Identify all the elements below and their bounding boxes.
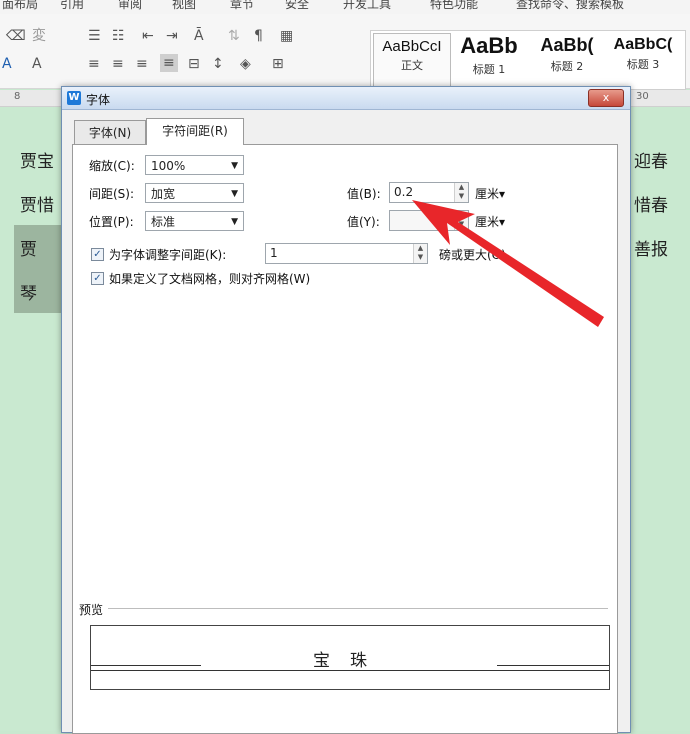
style-name: 标题 2	[550, 60, 584, 73]
borders-icon[interactable]: ⊞	[272, 56, 284, 72]
align-right-icon[interactable]: ≡	[136, 56, 148, 72]
position-value: 标准	[151, 215, 176, 229]
chevron-down-icon: ▾	[499, 187, 506, 201]
position-amount-input[interactable]: ▲ ▼	[389, 210, 469, 231]
ruler-mark-right: 30	[636, 91, 649, 102]
style-sample: AaBbCcI	[382, 38, 442, 55]
scale-label: 缩放(C):	[89, 159, 135, 173]
position-label: 位置(P):	[89, 215, 134, 229]
kerning-value: 1	[270, 246, 278, 260]
grid-label: 如果定义了文档网格，则对齐网格(W)	[109, 272, 311, 286]
dialog-titlebar[interactable]: W 字体 x	[62, 87, 630, 110]
grid-checkbox[interactable]: ✓	[91, 272, 104, 285]
style-name: 正文	[401, 59, 423, 72]
preview-box: 宝珠	[90, 625, 610, 690]
spin-arrows-icon[interactable]: ▲ ▼	[413, 244, 427, 263]
char-border-icon[interactable]: A	[32, 56, 42, 72]
style-sample: AaBbC(	[613, 36, 673, 53]
spacing-amount-value: 0.2	[394, 185, 414, 199]
spacing-select[interactable]: 加宽 ▼	[145, 183, 244, 203]
spacing-amount-input[interactable]: 0.2 ▲ ▼	[389, 182, 469, 203]
menu-page-layout[interactable]: 面布局	[2, 0, 38, 12]
spacing-amount-label: 值(B):	[347, 187, 381, 201]
position-select[interactable]: 标准 ▼	[145, 211, 244, 231]
text-direction-icon[interactable]: Ā	[194, 28, 204, 44]
style-gallery: AaBbCcI 正文 AaBb 标题 1 AaBb( 标题 2 AaBbC( 标…	[370, 30, 686, 90]
chevron-down-icon: ▾	[499, 215, 506, 229]
kerning-label: 为字体调整字间距(K):	[109, 248, 227, 262]
spacing-value: 加宽	[151, 187, 176, 201]
numbering-icon[interactable]: ☷	[112, 28, 125, 44]
wps-logo-icon: W	[67, 91, 81, 105]
justify-icon[interactable]: ≡	[160, 54, 178, 72]
doc-line: 贾	[20, 240, 37, 260]
unit-label: 厘米	[475, 187, 500, 201]
unit-label: 厘米	[475, 215, 500, 229]
ruler-mark-left: 8	[14, 91, 21, 102]
kerning-input[interactable]: 1 ▲ ▼	[265, 243, 428, 264]
doc-line: 贾惜	[20, 196, 54, 216]
doc-line: 琴	[20, 284, 37, 304]
indent-icon[interactable]: ⇥	[166, 28, 178, 44]
style-heading-1[interactable]: AaBb 标题 1	[451, 33, 527, 87]
tab-char-spacing[interactable]: 字符间距(R)	[146, 118, 244, 145]
menu-view[interactable]: 视图	[172, 0, 196, 12]
spacing-label: 间距(S):	[89, 187, 135, 201]
close-button[interactable]: x	[588, 89, 624, 107]
scale-value: 100%	[151, 159, 186, 173]
dropdown-arrow-icon: ▼	[231, 217, 238, 227]
kerning-checkbox[interactable]: ✓	[91, 248, 104, 261]
doc-line: 迎春	[634, 152, 668, 172]
style-sample: AaBb(	[540, 35, 594, 55]
distribute-icon[interactable]: ⊟	[188, 56, 200, 72]
menu-references[interactable]: 引用	[60, 0, 84, 12]
outdent-icon[interactable]: ⇤	[142, 28, 154, 44]
menu-search[interactable]: 查找命令、搜索模板	[516, 0, 624, 12]
table-icon[interactable]: ▦	[280, 28, 293, 44]
style-sample: AaBb	[460, 33, 518, 58]
sort-icon[interactable]: ⇅	[228, 28, 240, 44]
dropdown-arrow-icon: ▼	[231, 161, 238, 171]
preview-label: 预览	[79, 603, 104, 617]
style-heading-2[interactable]: AaBb( 标题 2	[529, 33, 605, 87]
menu-features[interactable]: 特色功能	[430, 0, 478, 12]
menu-review[interactable]: 审阅	[118, 0, 142, 12]
tab-label: 字符间距(R)	[162, 124, 228, 138]
menu-security[interactable]: 安全	[285, 0, 309, 12]
style-heading-3[interactable]: AaBbC( 标题 3	[605, 33, 681, 87]
dialog-title: 字体	[86, 93, 111, 107]
preview-divider	[108, 608, 608, 609]
ribbon: ⌫ 変 A A ☰ ☷ ⇤ ⇥ Ā ⇅ ¶ ▦ ≡ ≡ ≡ ≡ ⊟ ↕ ◈ ⊞ …	[0, 14, 690, 90]
shading-icon[interactable]: ◈	[240, 56, 251, 72]
font-color-icon[interactable]: A	[2, 56, 12, 72]
style-normal[interactable]: AaBbCcI 正文	[373, 33, 451, 89]
doc-line: 惜春	[634, 196, 668, 216]
style-name: 标题 3	[626, 58, 660, 71]
menu-developer[interactable]: 开发工具	[343, 0, 391, 12]
bullets-icon[interactable]: ☰	[88, 28, 101, 44]
style-name: 标题 1	[472, 63, 506, 76]
spin-arrows-icon[interactable]: ▲ ▼	[454, 211, 468, 230]
tab-font[interactable]: 字体(N)	[74, 120, 146, 145]
doc-line: 善报	[634, 240, 668, 260]
phonetic-icon[interactable]: 変	[32, 28, 46, 44]
menu-chapter[interactable]: 章节	[230, 0, 254, 12]
show-marks-icon[interactable]: ¶	[254, 28, 263, 44]
doc-line: 贾宝	[20, 152, 54, 172]
spacing-unit[interactable]: 厘米▾	[475, 185, 505, 202]
eraser-icon[interactable]: ⌫	[6, 28, 26, 44]
dropdown-arrow-icon: ▼	[231, 189, 238, 199]
font-dialog: W 字体 x 字体(N) 字符间距(R) 缩放(C): 100% ▼ 间距(S)…	[61, 86, 631, 734]
align-left-icon[interactable]: ≡	[88, 56, 100, 72]
menu-bar: 面布局 引用 审阅 视图 章节 安全 开发工具 特色功能 查找命令、搜索模板	[0, 0, 690, 14]
preview-text: 宝珠	[313, 651, 387, 671]
position-amount-label: 值(Y):	[347, 215, 380, 229]
kerning-suffix: 磅或更大(O)	[439, 248, 506, 262]
line-spacing-icon[interactable]: ↕	[212, 56, 224, 72]
position-unit[interactable]: 厘米▾	[475, 213, 505, 230]
align-center-icon[interactable]: ≡	[112, 56, 124, 72]
scale-select[interactable]: 100% ▼	[145, 155, 244, 175]
spin-arrows-icon[interactable]: ▲ ▼	[454, 183, 468, 202]
tab-label: 字体(N)	[88, 126, 132, 140]
